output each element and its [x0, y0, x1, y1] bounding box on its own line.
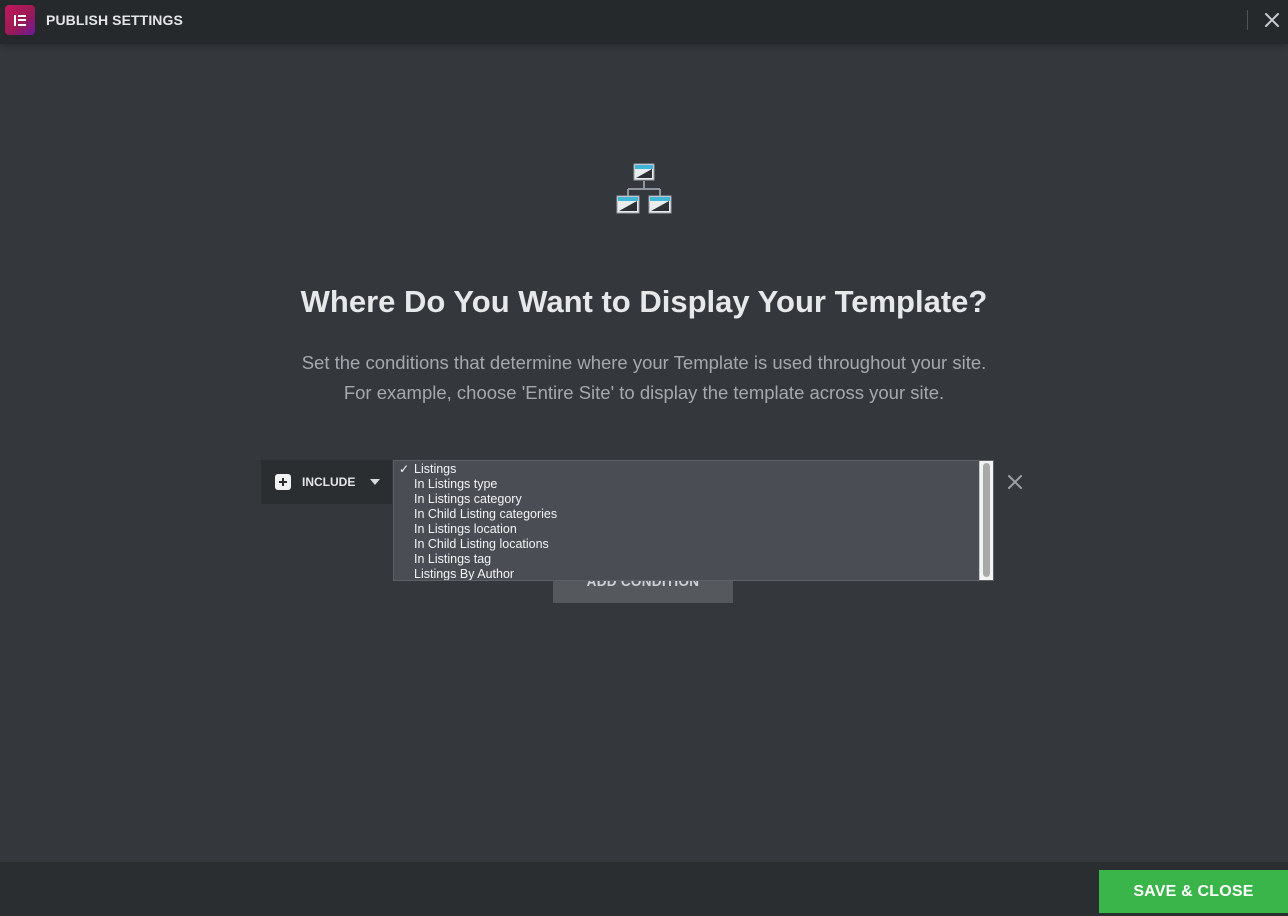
option-label: In Listings type [414, 477, 498, 491]
include-select[interactable]: INCLUDE [261, 460, 392, 504]
sitemap-icon [616, 163, 672, 214]
save-and-close-button[interactable]: SAVE & CLOSE [1099, 870, 1288, 913]
close-icon [1265, 13, 1279, 27]
scrollbar-thumb[interactable] [983, 463, 990, 577]
option-label: In Child Listing categories [414, 507, 558, 521]
condition-options-list: ✓ Listings In Listings type In Listings … [394, 461, 993, 581]
description-line-1: Set the conditions that determine where … [301, 352, 987, 373]
modal-footer [0, 862, 1288, 916]
elementor-logo-icon [5, 5, 35, 35]
condition-type-listbox[interactable]: ✓ Listings In Listings type In Listings … [393, 460, 994, 581]
header-divider [1247, 10, 1248, 30]
modal-title: PUBLISH SETTINGS [46, 12, 183, 28]
option-in-listings-location[interactable]: In Listings location [394, 522, 993, 537]
option-label: In Listings category [414, 492, 522, 506]
check-icon: ✓ [399, 462, 410, 476]
plus-square-icon [275, 474, 291, 490]
option-in-listings-type[interactable]: In Listings type [394, 477, 993, 492]
option-in-listings-tag[interactable]: In Listings tag [394, 552, 993, 567]
description-line-2: For example, choose 'Entire Site' to dis… [343, 382, 945, 403]
page-description: Set the conditions that determine where … [0, 348, 1288, 408]
option-label: In Listings location [414, 522, 517, 536]
option-label: In Listings tag [414, 552, 492, 566]
option-in-listings-category[interactable]: In Listings category [394, 492, 993, 507]
option-listings[interactable]: ✓ Listings [394, 462, 993, 477]
modal-header: PUBLISH SETTINGS [0, 0, 1288, 44]
listbox-scrollbar[interactable] [979, 461, 993, 580]
option-label: In Child Listing locations [414, 537, 549, 551]
option-label: Listings By Author [414, 567, 515, 581]
option-listings-by-author[interactable]: Listings By Author [394, 567, 993, 581]
include-label: INCLUDE [302, 475, 356, 489]
remove-condition-button[interactable] [1005, 472, 1025, 492]
close-icon [1008, 475, 1022, 489]
caret-down-icon [370, 479, 380, 485]
page-title: Where Do You Want to Display Your Templa… [300, 284, 988, 319]
option-label: Listings [414, 462, 457, 476]
option-in-child-listing-locations[interactable]: In Child Listing locations [394, 537, 993, 552]
close-button[interactable] [1262, 10, 1282, 30]
option-in-child-listing-categories[interactable]: In Child Listing categories [394, 507, 993, 522]
